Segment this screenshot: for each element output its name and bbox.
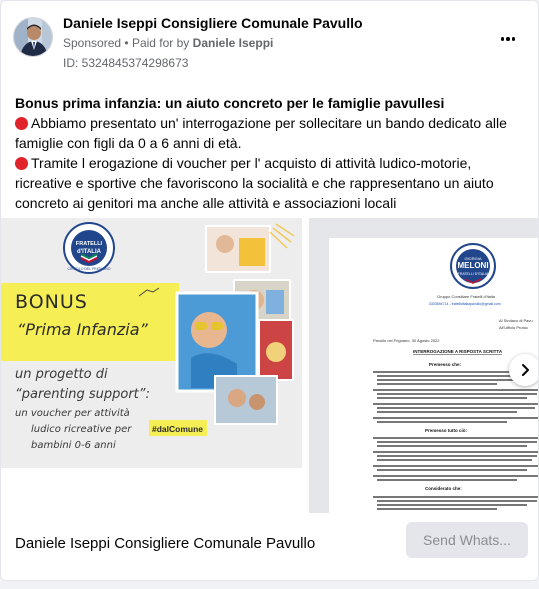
fratelli-italia-logo: FRATELLI d'ITALIA CIRCOLO DEL FRIGNANO <box>63 222 115 274</box>
progetto-line-4: ludico ricreative per <box>31 424 132 435</box>
paragraph-2-text: Tramite l erogazione di voucher per l' a… <box>15 155 494 211</box>
separator: • <box>124 36 129 50</box>
post-paragraph-1: Abbiamo presentato un' interrogazione pe… <box>15 113 530 153</box>
post-paragraph-2: Tramite l erogazione di voucher per l' a… <box>15 153 530 213</box>
paid-for-prefix: Paid for by <box>131 36 190 50</box>
progetto-line-5: bambini 0-6 anni <box>31 440 116 451</box>
logo-ring-text: CIRCOLO DEL FRIGNANO <box>67 267 110 271</box>
carousel-slide-document[interactable]: GIORGIA MELONI FRATELLI D'ITALIA Gruppo … <box>309 218 538 513</box>
ad-id: ID: 5324845374298673 <box>63 56 189 70</box>
hashtag-text: #dalComune <box>152 424 203 434</box>
carousel-next-button[interactable] <box>509 354 538 386</box>
bonus-flyer-image: FRATELLI d'ITALIA CIRCOLO DEL FRIGNANO B… <box>1 218 302 468</box>
footer-page-name: Daniele Iseppi Consigliere Comunale Pavu… <box>15 535 316 552</box>
group-name: Gruppo Consiliare Fratelli d'Italia <box>437 294 496 299</box>
progetto-line-1: un progetto di <box>15 367 108 382</box>
image-carousel[interactable]: FRATELLI d'ITALIA CIRCOLO DEL FRIGNANO B… <box>1 218 538 513</box>
progetto-line-2: “parenting support”: <box>15 387 150 402</box>
post-body: Bonus prima infanzia: un aiuto concreto … <box>15 93 530 213</box>
premesso-heading: Premesso che: <box>429 362 462 367</box>
considerato-heading: Considerato che: <box>425 486 462 491</box>
interrogazione-document: GIORGIA MELONI FRATELLI D'ITALIA Gruppo … <box>329 238 538 513</box>
logo-line-1: FRATELLI <box>76 241 103 247</box>
ad-card: Daniele Iseppi Consigliere Comunale Pavu… <box>0 0 539 581</box>
premesso-tanto-heading: Premesso tutto ciò: <box>425 428 468 433</box>
doc-subject: INTERROGAZIONE A RISPOSTA SCRITTA <box>413 349 503 354</box>
cta-footer: Daniele Iseppi Consigliere Comunale Pavu… <box>1 513 538 580</box>
recipient-1: Al Sindaco di Pavu <box>499 318 533 323</box>
paid-for-name: Daniele Iseppi <box>192 36 274 50</box>
prima-infanzia-text: “Prima Infanzia” <box>17 320 149 339</box>
sponsored-label: Sponsored <box>63 36 122 50</box>
logo-line-2: d'ITALIA <box>77 249 102 255</box>
paragraph-1-text: Abbiamo presentato un' interrogazione pe… <box>15 115 507 151</box>
carousel-slide-bonus[interactable]: FRATELLI d'ITALIA CIRCOLO DEL FRIGNANO B… <box>1 218 302 468</box>
post-title: Bonus prima infanzia: un aiuto concreto … <box>15 95 445 111</box>
doc-date: Pavullo nel Frignano, 30 Agosto 2022 <box>373 338 440 343</box>
avatar[interactable] <box>13 17 53 57</box>
progetto-line-3: un voucher per attività <box>15 407 130 419</box>
logo-name: MELONI <box>457 261 488 270</box>
profile-photo <box>14 18 52 56</box>
page-name[interactable]: Daniele Iseppi Consigliere Comunale Pavu… <box>63 15 363 31</box>
document-image: GIORGIA MELONI FRATELLI D'ITALIA Gruppo … <box>329 238 538 513</box>
red-circle-icon <box>15 157 28 170</box>
group-contact: 3333694714 - fratelliditaliapavullo@gmai… <box>429 302 501 306</box>
post-header: Daniele Iseppi Consigliere Comunale Pavu… <box>1 1 538 77</box>
red-circle-icon <box>15 117 28 130</box>
meloni-logo: GIORGIA MELONI FRATELLI D'ITALIA <box>450 243 496 289</box>
chevron-right-icon <box>522 364 529 376</box>
bonus-text: BONUS <box>15 291 88 313</box>
sponsored-line: Sponsored • Paid for by Daniele Iseppi <box>63 36 273 50</box>
more-icon[interactable] <box>496 31 520 47</box>
send-whatsapp-button[interactable]: Send Whats... <box>406 522 528 558</box>
recipient-2: All'Ufficio Protoc <box>499 325 528 330</box>
logo-sub-2: FRATELLI D'ITALIA <box>458 272 489 276</box>
